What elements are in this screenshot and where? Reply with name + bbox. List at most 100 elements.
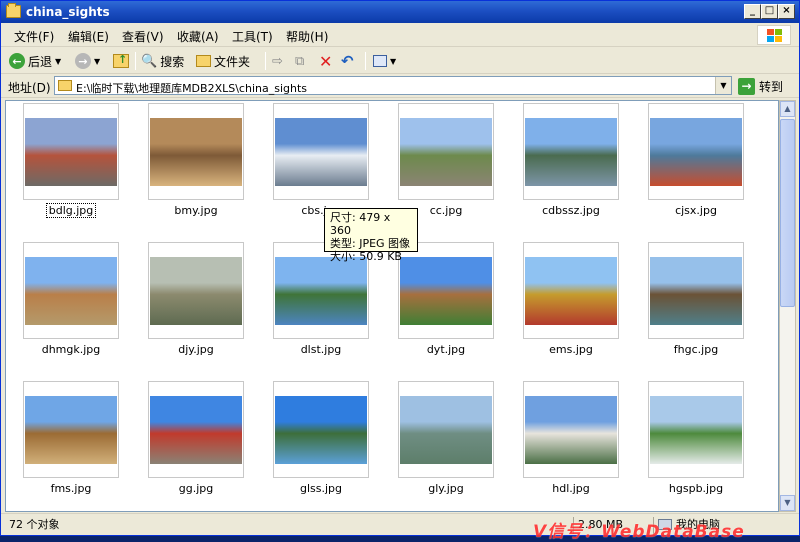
file-thumbnail[interactable] bbox=[523, 242, 619, 339]
search-label: 搜索 bbox=[160, 54, 185, 69]
address-dropdown-button[interactable]: ▼ bbox=[715, 77, 731, 94]
file-name-label[interactable]: djy.jpg bbox=[141, 343, 251, 356]
thumbnail-image bbox=[525, 118, 617, 186]
file-name-label[interactable]: glss.jpg bbox=[266, 482, 376, 495]
toolbar: ← 后退 ▼ → ▼ ↑ 🔍 搜索 文件夹 ⇨ ⧉ ✕ ↶ ▼ bbox=[1, 48, 799, 74]
file-name-label[interactable]: cdbssz.jpg bbox=[516, 204, 626, 217]
scroll-down-arrow-icon[interactable]: ▼ bbox=[780, 495, 795, 511]
file-name-label[interactable]: bdlg.jpg bbox=[46, 203, 96, 218]
undo-button[interactable]: ↶ bbox=[341, 51, 354, 71]
file-thumbnail[interactable] bbox=[398, 242, 494, 339]
file-thumbnail[interactable] bbox=[398, 103, 494, 200]
file-thumbnail[interactable] bbox=[398, 381, 494, 478]
file-name-label[interactable]: ems.jpg bbox=[516, 343, 626, 356]
file-name-label[interactable]: bmy.jpg bbox=[141, 204, 251, 217]
move-to-button[interactable]: ⇨ bbox=[272, 51, 283, 71]
views-icon bbox=[373, 55, 387, 67]
folder-icon bbox=[58, 80, 72, 91]
window-title: china_sights bbox=[26, 5, 110, 19]
forward-dropdown-icon[interactable]: ▼ bbox=[94, 57, 100, 66]
go-label: 转到 bbox=[759, 79, 784, 94]
copy-to-button[interactable]: ⧉ bbox=[295, 51, 304, 71]
thumbnail-image bbox=[25, 257, 117, 325]
tooltip-size: 大小: 50.9 KB bbox=[330, 250, 402, 263]
address-label: 地址(D) bbox=[8, 81, 51, 95]
thumbnail-image bbox=[400, 396, 492, 464]
file-thumbnail[interactable] bbox=[148, 242, 244, 339]
file-name-label[interactable]: fms.jpg bbox=[16, 482, 126, 495]
thumbnail-image bbox=[25, 118, 117, 186]
title-bar[interactable]: china_sights _ □ × bbox=[1, 1, 799, 23]
go-button[interactable]: → 转到 bbox=[738, 76, 783, 96]
search-icon: 🔍 bbox=[141, 53, 158, 69]
move-to-icon: ⇨ bbox=[272, 53, 283, 69]
file-list[interactable]: bdlg.jpg bmy.jpg cbs.jpg cc.jpg cdbssz.jpg cj… bbox=[5, 100, 779, 512]
file-name-label[interactable]: fhgc.jpg bbox=[641, 343, 751, 356]
thumbnail-image bbox=[650, 257, 742, 325]
vertical-scrollbar[interactable]: ▲ ▼ bbox=[779, 100, 796, 512]
back-arrow-icon: ← bbox=[9, 53, 25, 69]
watermark-text: V信号：WebDataBase bbox=[533, 522, 745, 542]
file-thumbnail[interactable] bbox=[23, 381, 119, 478]
search-button[interactable]: 🔍 搜索 bbox=[141, 51, 184, 71]
file-name-label[interactable]: cjsx.jpg bbox=[641, 204, 751, 217]
file-thumbnail[interactable] bbox=[23, 103, 119, 200]
minimize-button[interactable]: _ bbox=[744, 4, 761, 19]
back-dropdown-icon[interactable]: ▼ bbox=[55, 57, 61, 66]
close-button[interactable]: × bbox=[778, 4, 795, 19]
object-count: 72 个对象 bbox=[9, 518, 60, 531]
file-name-label[interactable]: gly.jpg bbox=[391, 482, 501, 495]
file-name-label[interactable]: dyt.jpg bbox=[391, 343, 501, 356]
file-name-label[interactable]: gg.jpg bbox=[141, 482, 251, 495]
back-label: 后退 bbox=[28, 54, 53, 69]
file-name-label[interactable]: hgspb.jpg bbox=[641, 482, 751, 495]
toolbar-separator bbox=[135, 52, 136, 70]
menu-favorites[interactable]: 收藏(A) bbox=[177, 28, 219, 45]
thumbnail-image bbox=[650, 118, 742, 186]
scroll-up-arrow-icon[interactable]: ▲ bbox=[780, 101, 795, 117]
delete-button[interactable]: ✕ bbox=[319, 51, 332, 71]
thumbnail-image bbox=[275, 257, 367, 325]
file-name-label[interactable]: dhmgk.jpg bbox=[16, 343, 126, 356]
file-thumbnail[interactable] bbox=[273, 381, 369, 478]
folders-button[interactable]: 文件夹 bbox=[196, 51, 250, 71]
menu-view[interactable]: 查看(V) bbox=[122, 28, 164, 45]
tooltip-dimensions: 尺寸: 479 x 360 bbox=[330, 211, 391, 237]
up-folder-icon: ↑ bbox=[113, 53, 129, 68]
menu-edit[interactable]: 编辑(E) bbox=[68, 28, 109, 45]
up-folder-button[interactable]: ↑ bbox=[113, 51, 129, 71]
scrollbar-thumb[interactable] bbox=[780, 119, 795, 307]
back-button[interactable]: ← 后退 ▼ bbox=[9, 51, 61, 71]
menu-bar: 文件(F) 编辑(E) 查看(V) 收藏(A) 工具(T) 帮助(H) bbox=[1, 23, 799, 47]
tooltip-type: 类型: JPEG 图像 bbox=[330, 237, 411, 250]
file-name-label[interactable]: dlst.jpg bbox=[266, 343, 376, 356]
file-info-tooltip: 尺寸: 479 x 360 类型: JPEG 图像 大小: 50.9 KB bbox=[324, 208, 418, 263]
file-thumbnail[interactable] bbox=[648, 103, 744, 200]
file-thumbnail[interactable] bbox=[148, 103, 244, 200]
menu-file[interactable]: 文件(F) bbox=[14, 28, 54, 45]
thumbnail-image bbox=[25, 396, 117, 464]
thumbnail-image bbox=[150, 396, 242, 464]
file-thumbnail[interactable] bbox=[273, 103, 369, 200]
views-button[interactable]: ▼ bbox=[373, 51, 396, 71]
thumbnail-image bbox=[275, 396, 367, 464]
maximize-button[interactable]: □ bbox=[761, 4, 778, 19]
file-thumbnail[interactable] bbox=[148, 381, 244, 478]
address-input[interactable]: E:\临时下载\地理题库MDB2XLS\china_sights ▼ bbox=[54, 76, 732, 95]
folder-icon bbox=[6, 3, 21, 18]
thumbnail-image bbox=[400, 118, 492, 186]
file-thumbnail[interactable] bbox=[523, 103, 619, 200]
menu-help[interactable]: 帮助(H) bbox=[286, 28, 328, 45]
file-thumbnail[interactable] bbox=[23, 242, 119, 339]
thumbnail-image bbox=[150, 257, 242, 325]
file-name-label[interactable]: hdl.jpg bbox=[516, 482, 626, 495]
address-path[interactable]: E:\临时下载\地理题库MDB2XLS\china_sights bbox=[76, 80, 307, 96]
forward-button[interactable]: → ▼ bbox=[75, 51, 100, 71]
views-dropdown-icon[interactable]: ▼ bbox=[390, 57, 396, 66]
file-thumbnail[interactable] bbox=[523, 381, 619, 478]
menu-tools[interactable]: 工具(T) bbox=[232, 28, 273, 45]
file-thumbnail[interactable] bbox=[648, 242, 744, 339]
thumbnail-image bbox=[650, 396, 742, 464]
windows-logo-icon bbox=[757, 25, 791, 45]
file-thumbnail[interactable] bbox=[648, 381, 744, 478]
